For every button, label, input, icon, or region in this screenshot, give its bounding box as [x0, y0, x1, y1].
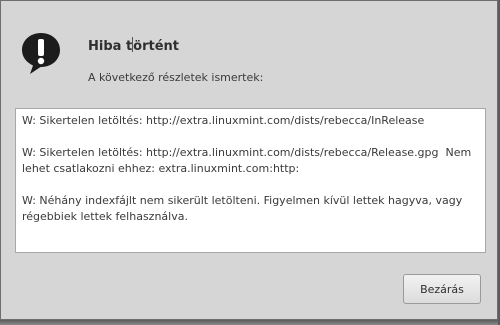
details-spacer	[22, 177, 479, 193]
window-shadow	[0, 320, 500, 325]
dialog-subtitle: A következő részletek ismertek:	[88, 71, 264, 84]
speech-bubble-exclamation-icon	[22, 33, 60, 74]
dialog-title-part-2: örtént	[133, 39, 179, 54]
dialog-title-part-1: Hiba t	[88, 39, 133, 54]
dialog-title: Hiba történt	[88, 37, 179, 54]
details-line: W: Sikertelen letöltés: http://extra.lin…	[22, 146, 475, 175]
error-dialog: Hiba történt A következő részletek ismer…	[0, 0, 498, 320]
close-button[interactable]: Bezárás	[403, 274, 481, 304]
details-text-area[interactable]: W: Sikertelen letöltés: http://extra.lin…	[15, 108, 486, 253]
details-spacer	[22, 129, 479, 145]
details-line: W: Sikertelen letöltés: http://extra.lin…	[22, 114, 425, 127]
details-line: W: Néhány indexfájlt nem sikerült letölt…	[22, 194, 466, 223]
